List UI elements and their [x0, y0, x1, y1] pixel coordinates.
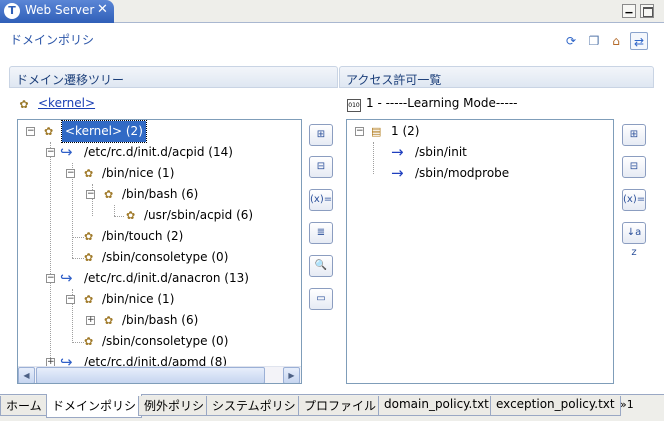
- collapse-toggle[interactable]: −: [66, 169, 75, 178]
- tree-node-label: /bin/nice (1): [102, 166, 175, 180]
- collapse-toggle[interactable]: −: [86, 190, 95, 199]
- tree-guide: [114, 216, 124, 217]
- vertical-scrollbar[interactable]: ▲ ▼: [301, 120, 302, 366]
- transition-arrow-icon: ↪: [60, 143, 73, 161]
- expand-all-button[interactable]: ⊞: [622, 124, 646, 146]
- collapse-toggle[interactable]: −: [46, 148, 55, 157]
- file-icon: ▤: [371, 125, 382, 138]
- arrow-icon: →: [391, 164, 404, 182]
- gear-icon: ✿: [84, 335, 94, 348]
- tree-node-label: /etc/rc.d/init.d/acpid (14): [84, 145, 233, 159]
- tree-node-label: 1 (2): [391, 124, 420, 138]
- refresh-icon[interactable]: ⟳: [562, 32, 580, 50]
- expand-toggle[interactable]: +: [86, 316, 95, 325]
- app-icon: T: [4, 3, 20, 19]
- tab-profile[interactable]: プロファイル: [298, 396, 383, 416]
- tree-guide: [72, 258, 84, 259]
- close-icon[interactable]: ✕: [97, 2, 108, 17]
- scroll-right-icon[interactable]: ▶: [283, 367, 300, 383]
- minimize-button[interactable]: ▁: [622, 4, 636, 18]
- copy-icon[interactable]: ❐: [585, 32, 603, 50]
- tree-node-label: /sbin/consoletype (0): [102, 250, 229, 264]
- domain-transition-tree[interactable]: − ✿ <kernel> (2) − ↪ /etc/rc.d/init.d/ac…: [17, 119, 302, 384]
- page-title: ドメインポリシ: [10, 33, 95, 47]
- variable-button[interactable]: (x)=: [309, 189, 333, 211]
- home-icon[interactable]: ⌂: [607, 32, 625, 50]
- collapse-toggle[interactable]: −: [66, 295, 75, 304]
- variable-button[interactable]: (x)=: [622, 189, 646, 211]
- maximize-button[interactable]: [640, 4, 654, 18]
- gear-icon: ✿: [84, 167, 94, 180]
- profile-label: 1 - -----Learning Mode-----: [366, 96, 518, 110]
- tab-domain-policy[interactable]: ドメインポリシ: [46, 394, 143, 418]
- monitor-button[interactable]: ▭: [309, 288, 333, 310]
- gear-icon: ✿: [44, 125, 54, 138]
- tab-domain-policy-txt[interactable]: domain_policy.txt: [378, 396, 495, 416]
- tree-guide: [50, 142, 51, 364]
- tree-node-label: /usr/sbin/acpid (6): [144, 208, 254, 222]
- tree-node-label: <kernel> (2): [61, 120, 147, 143]
- arrows-icon[interactable]: ⇄: [630, 32, 648, 50]
- expand-all-button[interactable]: ⊞: [309, 124, 333, 146]
- editor-tab-title: Web Server: [25, 3, 95, 17]
- gear-icon: ✿: [104, 314, 114, 327]
- access-permission-tree[interactable]: − ▤ 1 (2) → /sbin/init → /sbin/modprobe: [346, 119, 614, 384]
- editor-tab-web-server[interactable]: T Web Server ✕: [0, 0, 114, 23]
- tree-node-label: /sbin/init: [415, 145, 467, 159]
- gear-icon: ✿: [84, 251, 94, 264]
- domain-tree-section-header: ドメイン遷移ツリー: [9, 66, 338, 88]
- tree-guide: [72, 342, 84, 343]
- tree-node-label: /bin/bash (6): [122, 187, 199, 201]
- transition-arrow-icon: ↪: [60, 269, 73, 287]
- tree-node-label: /sbin/modprobe: [415, 166, 510, 180]
- tree-node-label: /bin/bash (6): [122, 313, 199, 327]
- horizontal-scrollbar[interactable]: ◀ ▶: [18, 366, 301, 383]
- collapse-toggle[interactable]: −: [26, 127, 35, 136]
- tab-system-policy[interactable]: システムポリシ: [206, 396, 302, 416]
- tab-exception-policy-txt[interactable]: exception_policy.txt: [490, 396, 621, 416]
- sort-az-button[interactable]: ↓a z: [622, 222, 646, 258]
- kernel-link[interactable]: <kernel>: [38, 96, 95, 110]
- tree-guide: [373, 142, 374, 174]
- tab-home[interactable]: ホーム: [0, 396, 48, 416]
- list-button[interactable]: ≣: [309, 222, 333, 244]
- tree-node-label: /sbin/consoletype (0): [102, 334, 229, 348]
- tab-exception-policy[interactable]: 例外ポリシ: [138, 396, 211, 416]
- gear-icon: ✿: [19, 98, 29, 111]
- more-tabs-button[interactable]: »1: [620, 398, 634, 411]
- collapse-all-button[interactable]: ⊟: [309, 156, 333, 178]
- tree-guide: [114, 205, 115, 216]
- collapse-all-button[interactable]: ⊟: [622, 156, 646, 178]
- gear-icon: ✿: [104, 188, 114, 201]
- gear-icon: ✿: [84, 230, 94, 243]
- gear-icon: ✿: [126, 209, 136, 222]
- scroll-thumb[interactable]: [36, 367, 265, 383]
- tree-node-label: /bin/nice (1): [102, 292, 175, 306]
- gear-icon: ✿: [84, 293, 94, 306]
- collapse-toggle[interactable]: −: [355, 127, 364, 136]
- collapse-toggle[interactable]: −: [46, 274, 55, 283]
- scroll-left-icon[interactable]: ◀: [18, 367, 35, 383]
- search-button[interactable]: 🔍: [309, 255, 333, 277]
- tree-node-label: /etc/rc.d/init.d/anacron (13): [84, 271, 249, 285]
- binary-file-icon: 010: [347, 99, 361, 112]
- tree-node-label: /bin/touch (2): [102, 229, 184, 243]
- access-list-section-header: アクセス許可一覧: [339, 66, 654, 88]
- arrow-icon: →: [391, 143, 404, 161]
- tree-guide: [72, 237, 84, 238]
